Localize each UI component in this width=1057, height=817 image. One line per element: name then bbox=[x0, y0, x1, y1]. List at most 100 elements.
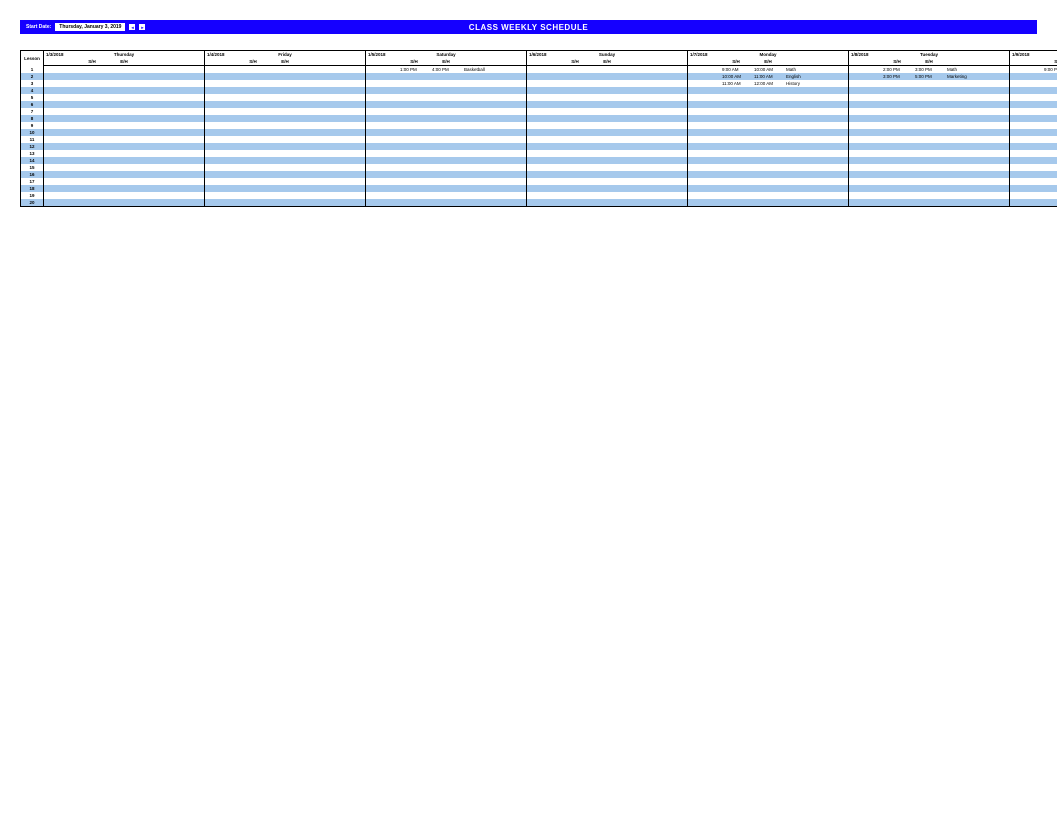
end-hour-cell[interactable]: 12:00 AM bbox=[752, 80, 784, 87]
start-hour-cell[interactable] bbox=[881, 199, 913, 207]
event-cell[interactable] bbox=[301, 178, 366, 185]
end-hour-cell[interactable] bbox=[430, 101, 462, 108]
start-hour-cell[interactable] bbox=[398, 199, 430, 207]
end-hour-cell[interactable] bbox=[108, 150, 140, 157]
start-hour-cell[interactable] bbox=[398, 178, 430, 185]
start-hour-cell[interactable] bbox=[720, 143, 752, 150]
end-hour-cell[interactable] bbox=[752, 129, 784, 136]
end-hour-cell[interactable] bbox=[913, 157, 945, 164]
start-hour-cell[interactable] bbox=[559, 171, 591, 178]
end-hour-cell[interactable] bbox=[430, 185, 462, 192]
end-hour-cell[interactable] bbox=[269, 101, 301, 108]
start-hour-cell[interactable] bbox=[559, 101, 591, 108]
start-hour-cell[interactable] bbox=[559, 192, 591, 199]
end-hour-cell[interactable] bbox=[108, 94, 140, 101]
start-hour-cell[interactable] bbox=[559, 115, 591, 122]
start-hour-cell[interactable]: 10:00 AM bbox=[720, 73, 752, 80]
start-hour-cell[interactable] bbox=[1042, 94, 1057, 101]
start-hour-cell[interactable] bbox=[720, 150, 752, 157]
start-hour-cell[interactable] bbox=[881, 101, 913, 108]
event-cell[interactable] bbox=[140, 185, 205, 192]
event-cell[interactable] bbox=[140, 73, 205, 80]
end-hour-cell[interactable] bbox=[269, 136, 301, 143]
event-cell[interactable] bbox=[784, 171, 849, 178]
next-week-button[interactable]: ► bbox=[139, 24, 145, 30]
end-hour-cell[interactable] bbox=[591, 178, 623, 185]
end-hour-cell[interactable] bbox=[108, 164, 140, 171]
start-hour-cell[interactable] bbox=[720, 101, 752, 108]
event-cell[interactable] bbox=[623, 171, 688, 178]
end-hour-cell[interactable] bbox=[752, 108, 784, 115]
event-cell[interactable] bbox=[784, 87, 849, 94]
start-hour-cell[interactable] bbox=[76, 185, 108, 192]
end-hour-cell[interactable] bbox=[913, 178, 945, 185]
start-hour-cell[interactable] bbox=[398, 192, 430, 199]
end-hour-cell[interactable] bbox=[430, 199, 462, 207]
start-hour-cell[interactable] bbox=[881, 157, 913, 164]
end-hour-cell[interactable] bbox=[752, 136, 784, 143]
end-hour-cell[interactable] bbox=[269, 157, 301, 164]
start-hour-cell[interactable] bbox=[237, 115, 269, 122]
start-hour-cell[interactable] bbox=[559, 150, 591, 157]
end-hour-cell[interactable] bbox=[108, 178, 140, 185]
end-hour-cell[interactable] bbox=[269, 108, 301, 115]
event-cell[interactable] bbox=[462, 108, 527, 115]
start-hour-cell[interactable] bbox=[720, 87, 752, 94]
start-hour-cell[interactable] bbox=[398, 115, 430, 122]
start-hour-cell[interactable] bbox=[1042, 164, 1057, 171]
event-cell[interactable] bbox=[462, 122, 527, 129]
event-cell[interactable] bbox=[140, 122, 205, 129]
end-hour-cell[interactable] bbox=[269, 171, 301, 178]
end-hour-cell[interactable] bbox=[269, 73, 301, 80]
start-hour-cell[interactable] bbox=[881, 136, 913, 143]
event-cell[interactable] bbox=[784, 157, 849, 164]
event-cell[interactable] bbox=[301, 171, 366, 178]
event-cell[interactable] bbox=[784, 129, 849, 136]
event-cell[interactable] bbox=[945, 129, 1010, 136]
end-hour-cell[interactable] bbox=[913, 185, 945, 192]
event-cell[interactable] bbox=[784, 178, 849, 185]
start-hour-cell[interactable] bbox=[881, 143, 913, 150]
start-hour-cell[interactable] bbox=[559, 87, 591, 94]
event-cell[interactable] bbox=[462, 150, 527, 157]
start-hour-cell[interactable] bbox=[881, 122, 913, 129]
start-hour-cell[interactable] bbox=[1042, 73, 1057, 80]
event-cell[interactable] bbox=[945, 150, 1010, 157]
event-cell[interactable] bbox=[623, 185, 688, 192]
end-hour-cell[interactable] bbox=[430, 164, 462, 171]
end-hour-cell[interactable] bbox=[430, 192, 462, 199]
event-cell[interactable] bbox=[945, 185, 1010, 192]
event-cell[interactable] bbox=[945, 115, 1010, 122]
event-cell[interactable] bbox=[945, 101, 1010, 108]
start-hour-cell[interactable] bbox=[237, 192, 269, 199]
end-hour-cell[interactable] bbox=[269, 178, 301, 185]
event-cell[interactable] bbox=[462, 101, 527, 108]
event-cell[interactable] bbox=[301, 73, 366, 80]
event-cell[interactable] bbox=[623, 192, 688, 199]
event-cell[interactable] bbox=[140, 192, 205, 199]
start-hour-cell[interactable] bbox=[559, 136, 591, 143]
end-hour-cell[interactable] bbox=[913, 171, 945, 178]
event-cell[interactable] bbox=[623, 87, 688, 94]
start-hour-cell[interactable]: 1:00 PM bbox=[398, 66, 430, 74]
start-hour-cell[interactable] bbox=[398, 136, 430, 143]
start-hour-cell[interactable] bbox=[1042, 80, 1057, 87]
start-hour-cell[interactable] bbox=[1042, 101, 1057, 108]
start-hour-cell[interactable] bbox=[1042, 192, 1057, 199]
end-hour-cell[interactable] bbox=[591, 115, 623, 122]
start-hour-cell[interactable] bbox=[237, 66, 269, 74]
end-hour-cell[interactable] bbox=[591, 192, 623, 199]
start-hour-cell[interactable] bbox=[559, 178, 591, 185]
end-hour-cell[interactable] bbox=[269, 122, 301, 129]
start-hour-cell[interactable] bbox=[881, 185, 913, 192]
end-hour-cell[interactable] bbox=[108, 136, 140, 143]
event-cell[interactable] bbox=[140, 150, 205, 157]
end-hour-cell[interactable] bbox=[591, 164, 623, 171]
start-hour-cell[interactable] bbox=[720, 192, 752, 199]
end-hour-cell[interactable] bbox=[752, 94, 784, 101]
end-hour-cell[interactable] bbox=[752, 101, 784, 108]
event-cell[interactable] bbox=[945, 87, 1010, 94]
start-hour-cell[interactable] bbox=[237, 171, 269, 178]
event-cell[interactable] bbox=[945, 192, 1010, 199]
end-hour-cell[interactable] bbox=[269, 94, 301, 101]
